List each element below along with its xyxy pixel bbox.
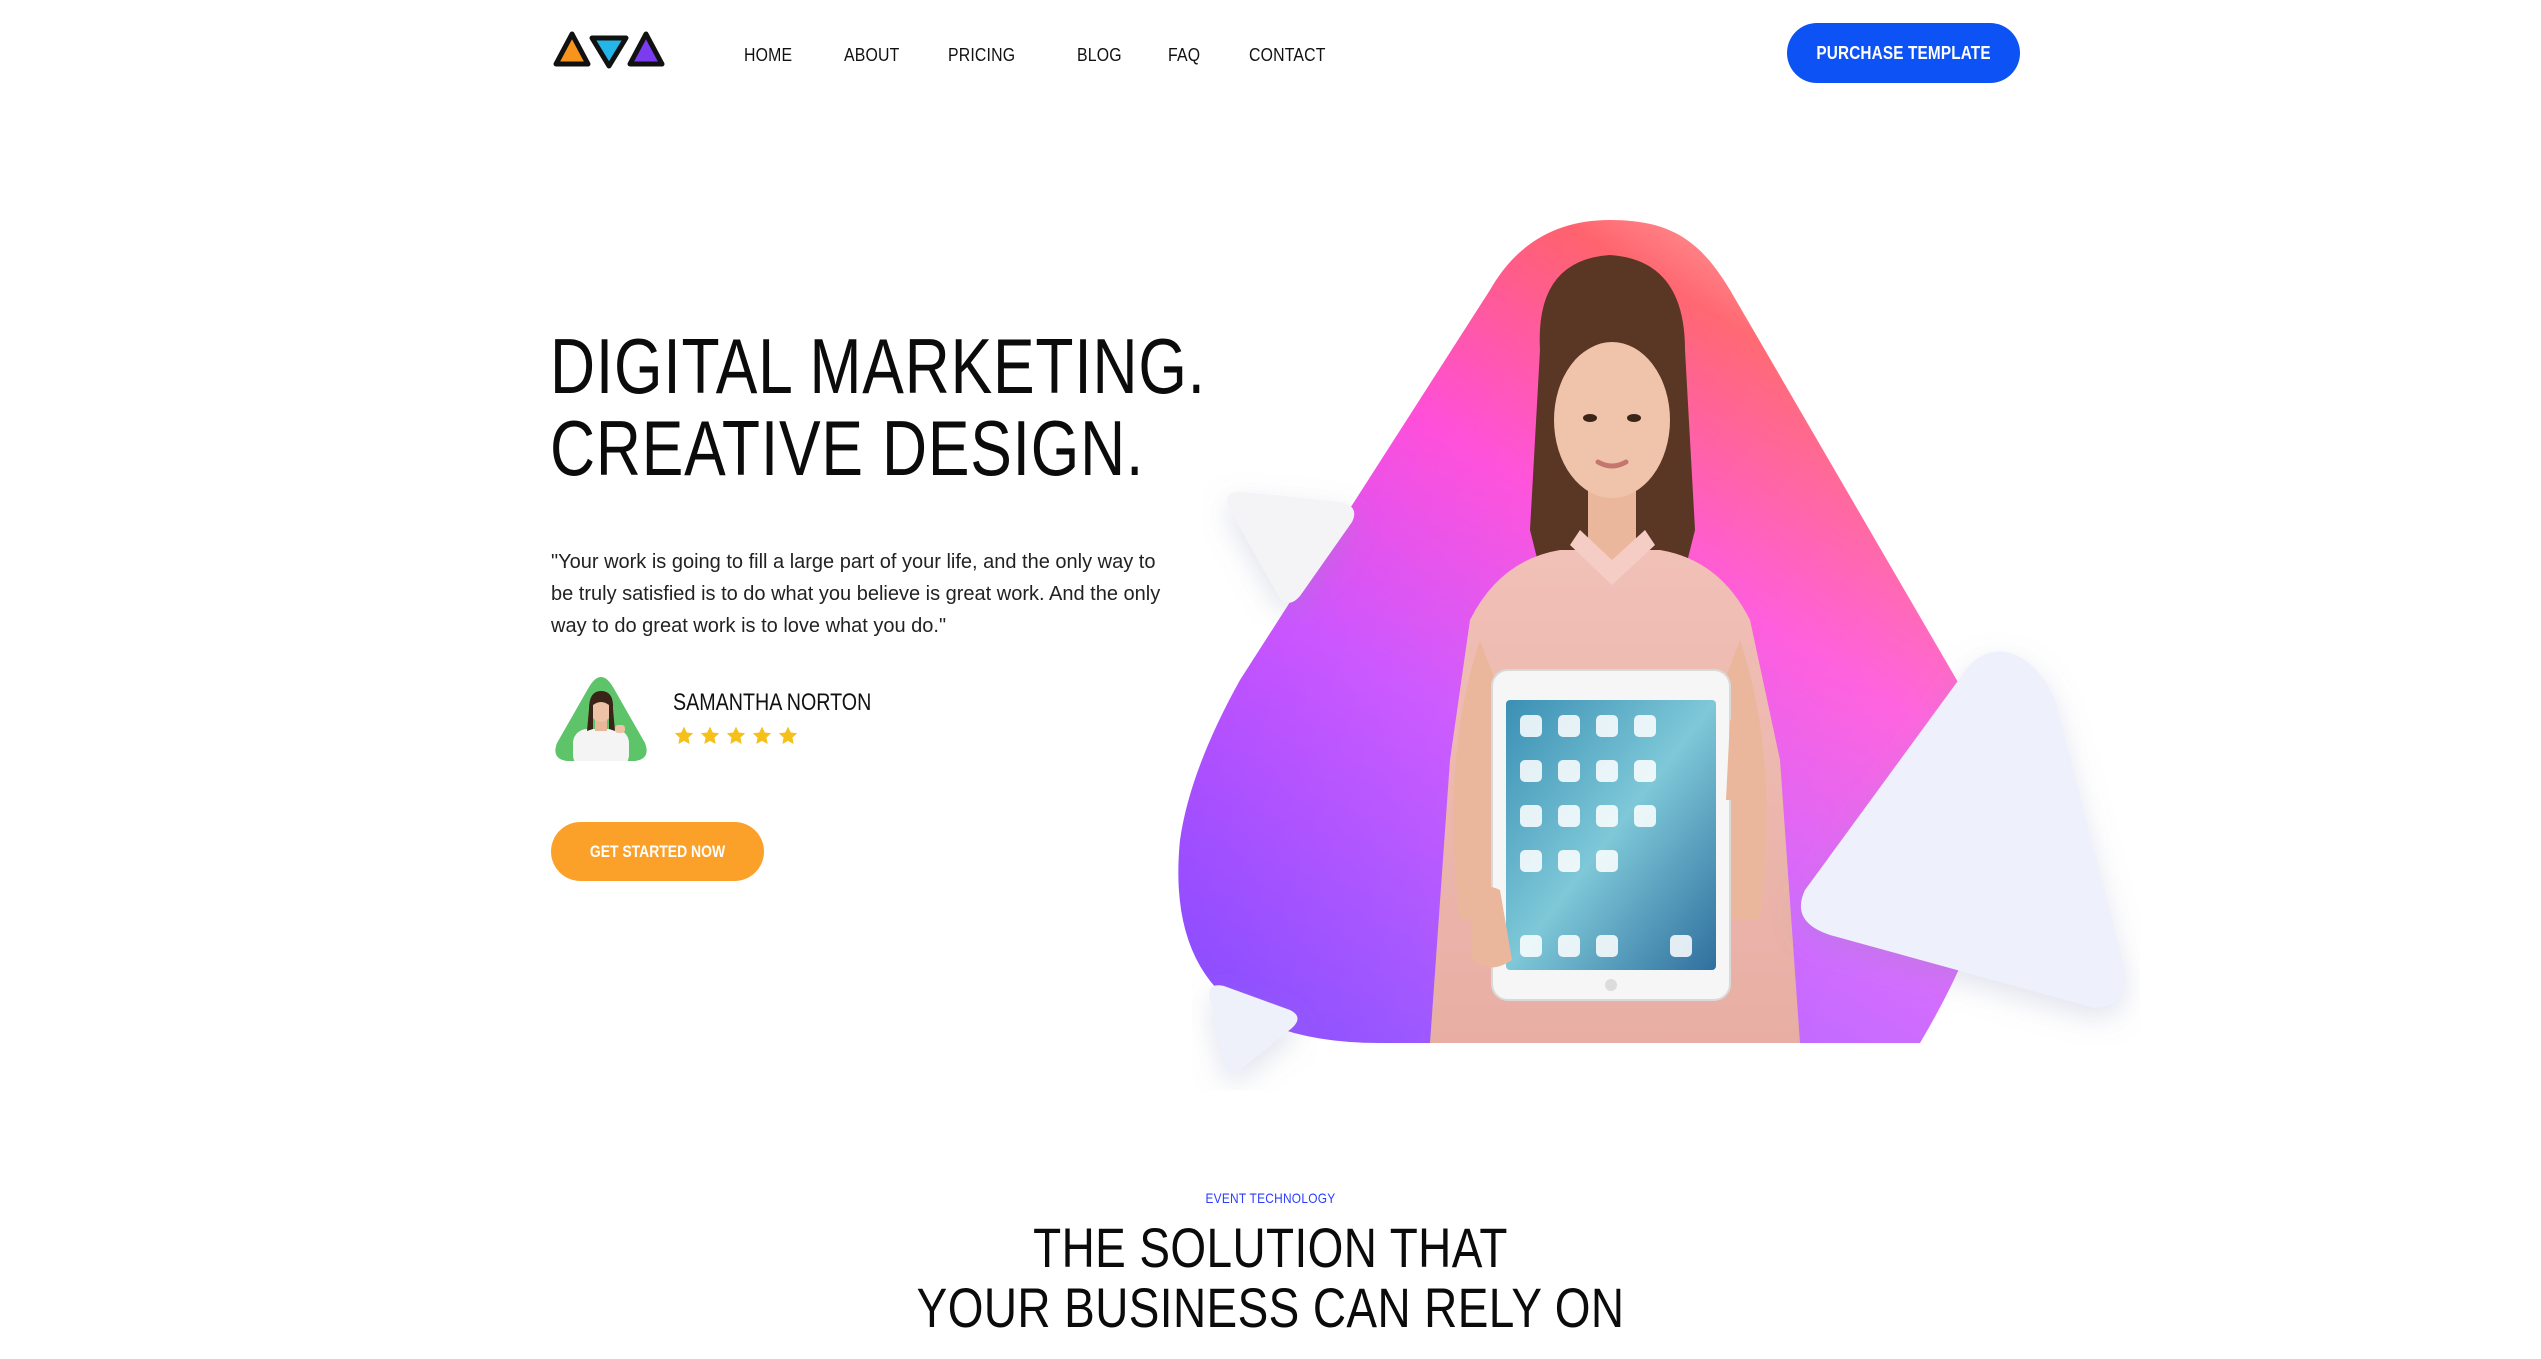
star-icon bbox=[752, 726, 772, 744]
nav-home[interactable]: HOME bbox=[744, 38, 832, 72]
purchase-template-label: PURCHASE TEMPLATE bbox=[1816, 42, 1991, 63]
section-eyebrow-label: EVENT TECHNOLOGY bbox=[1205, 1190, 1336, 1206]
purchase-template-button[interactable]: PURCHASE TEMPLATE bbox=[1787, 23, 2020, 83]
star-icon bbox=[700, 726, 720, 744]
section-title: THE SOLUTION THAT YOUR BUSINESS CAN RELY… bbox=[0, 1218, 2541, 1338]
nav-faq[interactable]: FAQ bbox=[1168, 38, 1239, 72]
triangle-logo-icon[interactable] bbox=[552, 30, 667, 72]
nav-blog[interactable]: BLOG bbox=[1077, 38, 1157, 72]
testimonial-author: SAMANTHA NORTON bbox=[551, 673, 951, 765]
nav-about[interactable]: ABOUT bbox=[844, 38, 936, 72]
star-icon bbox=[726, 726, 746, 744]
avatar bbox=[555, 677, 647, 761]
main-nav: HOME ABOUT PRICING BLOG FAQ CONTACT bbox=[744, 38, 1336, 72]
star-icon bbox=[778, 726, 798, 744]
get-started-label: GET STARTED NOW bbox=[589, 841, 726, 861]
star-icon bbox=[674, 726, 694, 744]
section-title-line-2: YOUR BUSINESS CAN RELY ON bbox=[916, 1276, 1625, 1339]
get-started-button[interactable]: GET STARTED NOW bbox=[551, 822, 764, 881]
section-title-line-1: THE SOLUTION THAT bbox=[1033, 1216, 1508, 1279]
hero-quote: "Your work is going to fill a large part… bbox=[551, 551, 1161, 637]
nav-pricing[interactable]: PRICING bbox=[948, 38, 1062, 72]
author-name: SAMANTHA NORTON bbox=[673, 689, 872, 716]
star-rating bbox=[673, 725, 799, 747]
hero-title-line-2: CREATIVE DESIGN. bbox=[550, 404, 1145, 492]
hero-illustration bbox=[1178, 220, 2126, 1073]
hero-title-line-1: DIGITAL MARKETING. bbox=[550, 322, 1206, 410]
section-eyebrow: EVENT TECHNOLOGY bbox=[0, 1190, 2541, 1206]
nav-contact[interactable]: CONTACT bbox=[1249, 38, 1326, 72]
